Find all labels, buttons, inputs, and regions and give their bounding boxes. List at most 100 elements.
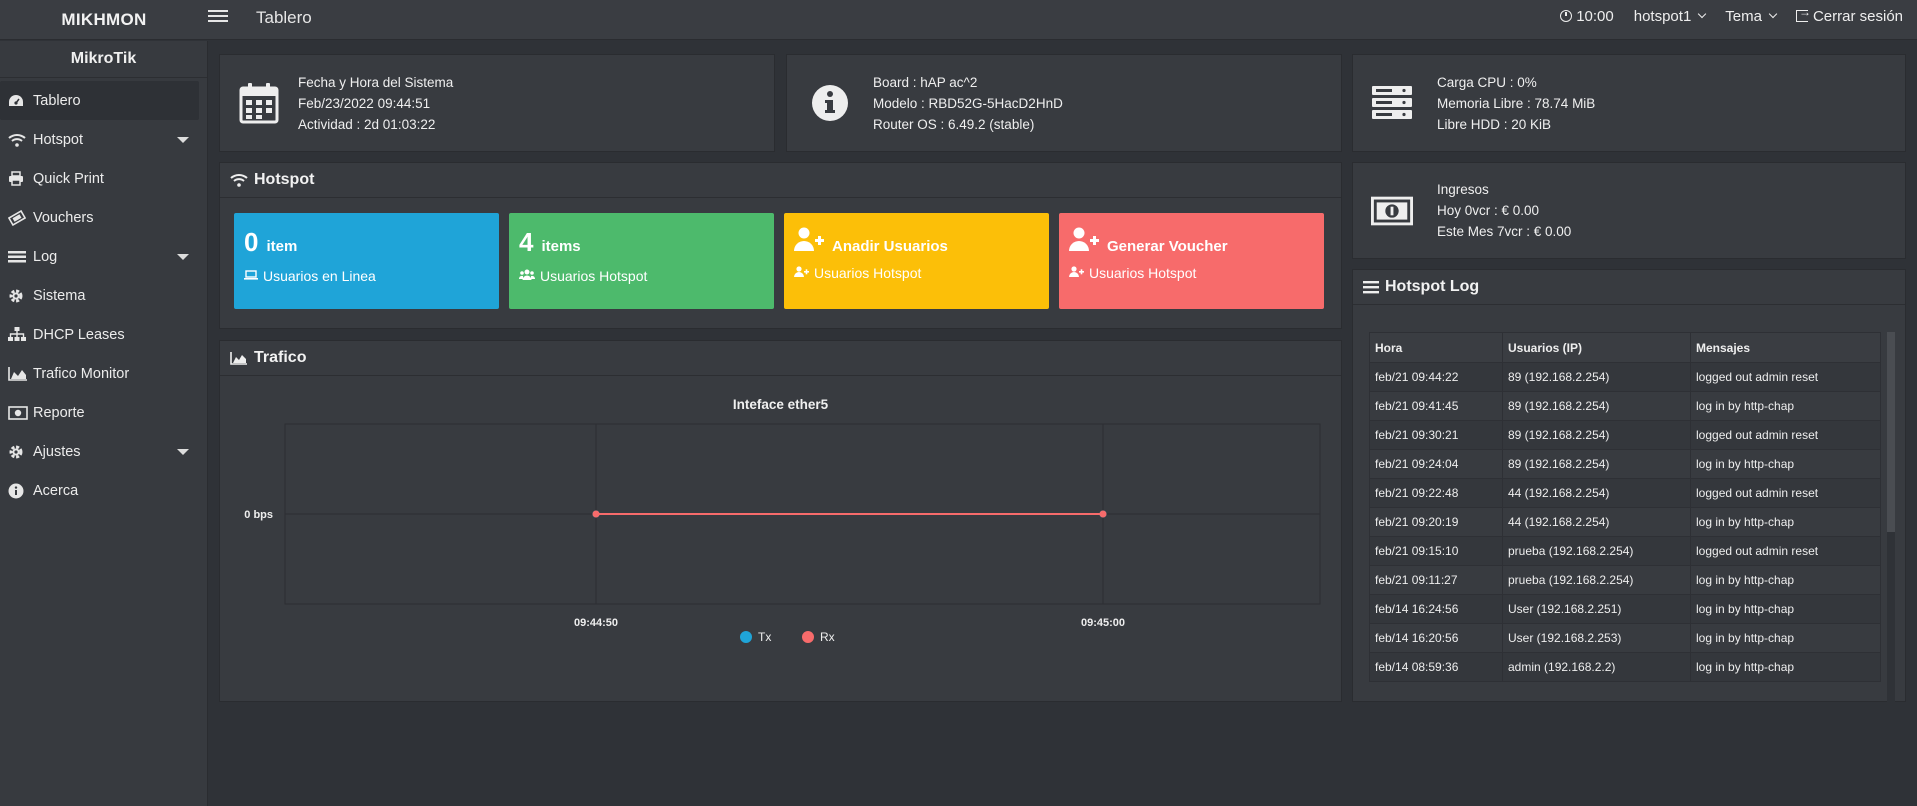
column-header[interactable]: Hora — [1369, 332, 1503, 363]
users-online-count: 0 — [244, 227, 259, 257]
hotspot-log-title: Hotspot Log — [1385, 278, 1480, 295]
theme-label: Tema — [1725, 7, 1762, 25]
system-uptime: Actividad : 2d 01:03:22 — [298, 116, 436, 132]
hotspot-users-unit: items — [541, 238, 581, 255]
session-label: hotspot1 — [1633, 7, 1692, 25]
hotspot-users-tile[interactable]: 4 items Usuarios Hotspot — [509, 213, 774, 309]
sidebar-item-label: Ajustes — [33, 443, 81, 460]
money-icon — [8, 405, 30, 420]
logout-icon — [1795, 5, 1811, 22]
caret-down-icon — [177, 254, 189, 260]
scrollbar-thumb[interactable] — [1887, 332, 1895, 532]
sidebar-item-label: Trafico Monitor — [33, 365, 130, 382]
logout-button[interactable]: Cerrar sesión — [1795, 5, 1903, 25]
user-plus-icon — [794, 227, 824, 257]
sidebar-item-reporte[interactable]: Reporte — [0, 393, 207, 432]
hotspot-users-label: Usuarios Hotspot — [540, 268, 648, 284]
table-cell: feb/14 16:24:56 — [1369, 594, 1503, 624]
table-row: feb/21 09:22:48 44 (192.168.2.254) logged … — [1369, 478, 1881, 508]
table-row: feb/21 09:44:22 89 (192.168.2.254) logged … — [1369, 362, 1881, 392]
sidebar-item-label: Hotspot — [33, 131, 83, 148]
sidebar-item-log[interactable]: Log — [0, 237, 207, 276]
sidebar-item-sistema[interactable]: Sistema — [0, 276, 207, 315]
caret-down-icon — [177, 137, 189, 143]
table-cell: prueba (192.168.2.254) — [1502, 536, 1691, 566]
users-online-label: Usuarios en Linea — [263, 268, 376, 284]
sidebar-item-vouchers[interactable]: Vouchers — [0, 198, 207, 237]
table-cell: log in by http-chap — [1690, 565, 1881, 595]
table-cell: logged out admin reset — [1690, 536, 1881, 566]
sidebar-item-label: Log — [33, 248, 58, 265]
table-cell: log in by http-chap — [1690, 594, 1881, 624]
users-online-tile[interactable]: 0 item Usuarios en Linea — [234, 213, 499, 309]
brand-logo[interactable]: MIKHMON — [0, 0, 208, 40]
table-cell: log in by http-chap — [1690, 449, 1881, 479]
logout-label: Cerrar sesión — [1812, 7, 1903, 25]
printer-icon — [8, 171, 30, 186]
table-row: feb/21 09:15:10 prueba (192.168.2.254) log… — [1369, 536, 1881, 566]
table-cell: 89 (192.168.2.254) — [1502, 391, 1691, 421]
x-tick-label: 09:45:00 — [1081, 617, 1125, 629]
info-icon — [809, 82, 851, 124]
table-cell: 44 (192.168.2.254) — [1502, 478, 1691, 508]
sidebar-item-hotspot[interactable]: Hotspot — [0, 120, 207, 159]
hotspot-log-table: Hora Usuarios (IP) Mensajes feb/21 09:44… — [1369, 332, 1881, 682]
column-header[interactable]: Mensajes — [1690, 332, 1881, 363]
resources-panel: Carga CPU : 0% Memoria Libre : 78.74 MiB… — [1352, 54, 1906, 152]
theme-dropdown[interactable]: Tema — [1725, 7, 1778, 25]
hotspot-log-header: Hotspot Log — [1353, 270, 1905, 305]
generate-voucher-tile[interactable]: Generar Voucher Usuarios Hotspot — [1059, 213, 1324, 309]
table-row: feb/21 09:24:04 89 (192.168.2.254) log in … — [1369, 449, 1881, 479]
log-scrollbar[interactable] — [1887, 332, 1895, 752]
clock-display: 10:00 — [1560, 8, 1614, 25]
table-cell: 89 (192.168.2.254) — [1502, 420, 1691, 450]
free-memory: Memoria Libre : 78.74 MiB — [1437, 95, 1596, 111]
sidebar-item-dhcp-leases[interactable]: DHCP Leases — [0, 315, 207, 354]
table-cell: log in by http-chap — [1690, 391, 1881, 421]
add-user-label: Anadir Usuarios — [832, 238, 948, 255]
top-bar: MIKHMON Tablero 10:00 hotspot1 Tema Cerr… — [0, 0, 1917, 40]
server-icon — [1371, 82, 1413, 124]
sidebar-item-quick-print[interactable]: Quick Print — [0, 159, 207, 198]
gear-icon — [8, 444, 30, 460]
column-header[interactable]: Usuarios (IP) — [1502, 332, 1691, 363]
user-plus-icon — [1069, 227, 1099, 257]
gear-icon — [8, 288, 30, 304]
table-row: feb/14 08:59:36 admin (192.168.2.2) log in… — [1369, 652, 1881, 682]
add-user-tile[interactable]: Anadir Usuarios Usuarios Hotspot — [784, 213, 1049, 309]
sidebar-item-acerca[interactable]: Acerca — [0, 471, 207, 510]
table-cell: logged out admin reset — [1690, 362, 1881, 392]
session-dropdown[interactable]: hotspot1 — [1633, 7, 1707, 25]
user-plus-icon — [794, 266, 809, 280]
cpu-load: Carga CPU : 0% — [1437, 74, 1537, 90]
system-datetime-panel: Fecha y Hora del Sistema Feb/23/2022 09:… — [219, 54, 775, 152]
table-cell: 89 (192.168.2.254) — [1502, 362, 1691, 392]
sidebar-item-tablero[interactable]: Tablero — [0, 81, 199, 120]
sidebar-item-ajustes[interactable]: Ajustes — [0, 432, 207, 471]
sidebar-item-label: Vouchers — [33, 209, 94, 226]
legend-marker-rx — [802, 631, 814, 643]
table-cell: feb/21 09:22:48 — [1369, 478, 1503, 508]
list-icon — [1363, 280, 1379, 294]
hotspot-panel-title: Hotspot — [254, 171, 315, 188]
generate-voucher-sub: Usuarios Hotspot — [1089, 265, 1197, 281]
table-cell: feb/21 09:11:27 — [1369, 565, 1503, 595]
traffic-panel: Trafico Inteface ether5 0 bps 09:44:50 09:… — [219, 340, 1342, 702]
routeros-version: Router OS : 6.49.2 (stable) — [873, 116, 1035, 132]
sidebar-item-trafico-monitor[interactable]: Trafico Monitor — [0, 354, 207, 393]
table-row: feb/14 16:20:56 User (192.168.2.253) log i… — [1369, 623, 1881, 653]
menu-toggle-icon[interactable] — [208, 7, 228, 27]
table-cell: User (192.168.2.251) — [1502, 594, 1691, 624]
list-icon — [8, 250, 30, 264]
table-cell: 44 (192.168.2.254) — [1502, 507, 1691, 537]
board-info-panel: Board : hAP ac^2 Modelo : RBD52G-5HacD2H… — [786, 54, 1342, 152]
ticket-icon — [8, 209, 30, 226]
income-month: Este Mes 7vcr : € 0.00 — [1437, 224, 1572, 239]
system-datetime-label: Fecha y Hora del Sistema — [298, 74, 454, 90]
table-cell: feb/21 09:15:10 — [1369, 536, 1503, 566]
table-cell: User (192.168.2.253) — [1502, 623, 1691, 653]
hotspot-panel: Hotspot 0 item Usuarios en Linea 4 items — [219, 162, 1342, 329]
wifi-icon — [8, 133, 30, 147]
x-tick-label: 09:44:50 — [574, 617, 618, 629]
table-cell: log in by http-chap — [1690, 507, 1881, 537]
